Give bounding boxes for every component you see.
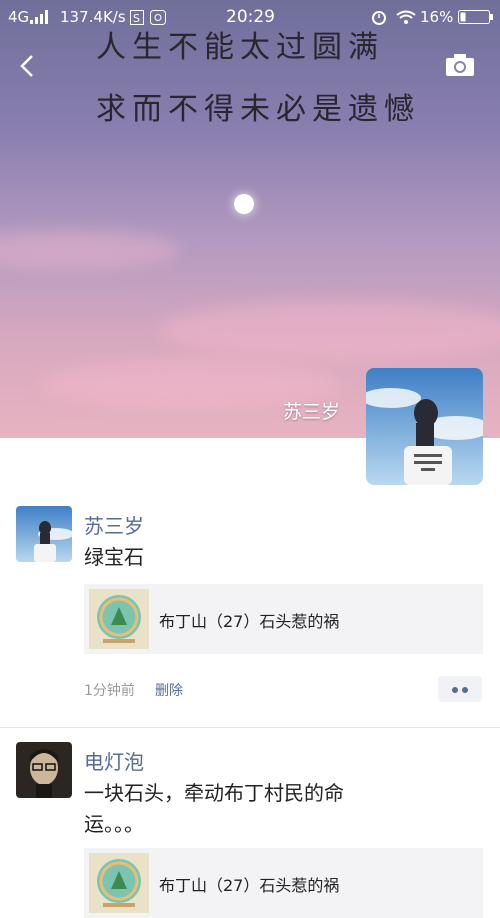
back-icon[interactable] [16, 52, 44, 80]
link-card[interactable]: 布丁山（27）石头惹的祸 [84, 848, 483, 918]
post-text-line2: 运。。。 [84, 812, 144, 836]
profile-avatar[interactable] [366, 368, 483, 485]
network-speed: 137.4K/s [60, 8, 126, 26]
post-author-avatar[interactable] [16, 742, 72, 798]
alarm-icon [372, 11, 386, 25]
post-text-line1: 一块石头，牵动布丁村民的命 [84, 781, 344, 805]
cover-quote-line2: 求而不得未必是遗憾 [96, 92, 420, 127]
post-time: 1分钟前 [84, 683, 135, 699]
wifi-icon [396, 10, 416, 24]
notification-app-icon [150, 10, 166, 25]
post-author-name[interactable]: 苏三岁 [84, 510, 144, 539]
network-indicator: 4G [8, 8, 30, 26]
profile-name[interactable]: 苏三岁 [283, 397, 340, 424]
moon [234, 194, 254, 214]
camera-icon[interactable] [444, 52, 476, 80]
post-author-name[interactable]: 电灯泡 [84, 746, 144, 775]
battery-icon [458, 10, 493, 24]
link-card[interactable]: 布丁山（27）石头惹的祸 [84, 584, 483, 654]
more-actions-button[interactable] [438, 676, 482, 702]
battery-percent: 16% [420, 8, 454, 26]
notification-s-icon: S [130, 10, 144, 25]
svg-text:S: S [133, 12, 140, 25]
delete-link[interactable]: 删除 [155, 680, 183, 700]
link-title: 布丁山（27）石头惹的祸 [159, 612, 340, 631]
link-title: 布丁山（27）石头惹的祸 [159, 876, 340, 895]
signal-icon [30, 10, 48, 24]
link-thumbnail [89, 853, 149, 913]
status-bar: 4G 137.4K/s S 20:29 16% [0, 0, 500, 34]
post-text: 绿宝石 [84, 545, 144, 569]
post-author-avatar[interactable] [16, 506, 72, 562]
clock: 20:29 [226, 7, 275, 27]
link-thumbnail [89, 589, 149, 649]
post-divider [0, 727, 500, 728]
